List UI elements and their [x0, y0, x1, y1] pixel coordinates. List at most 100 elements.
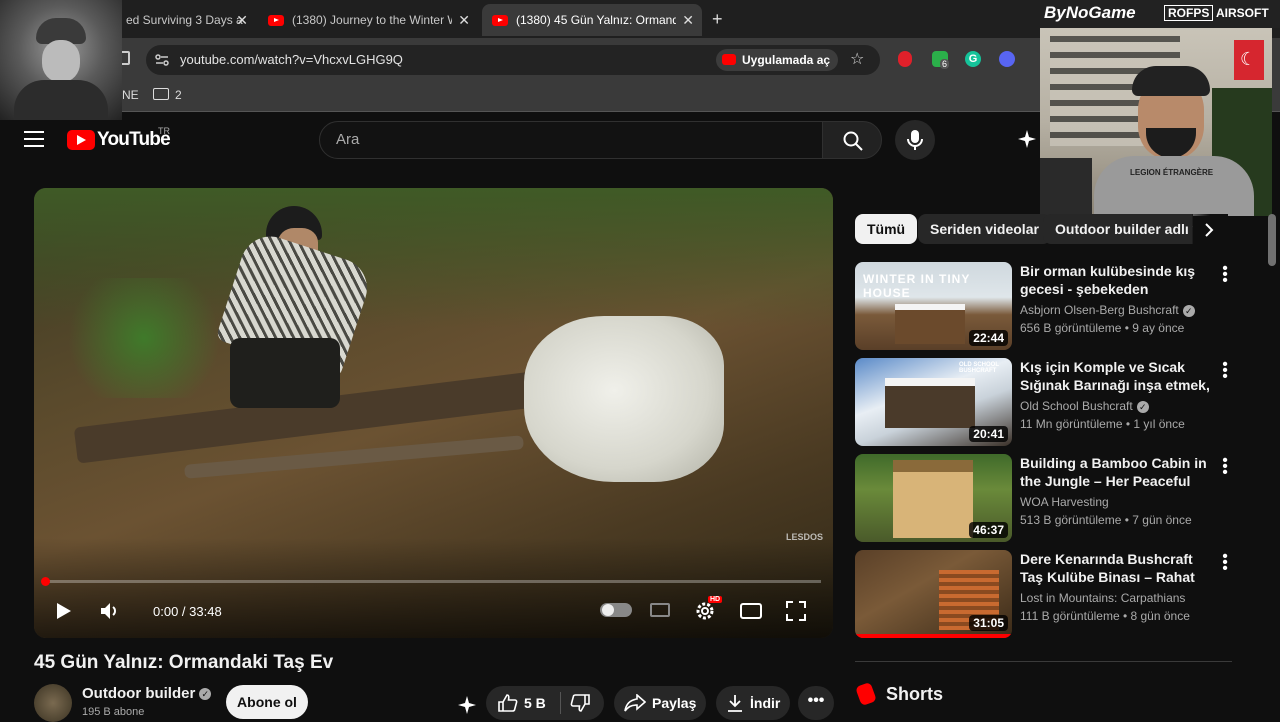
- recommendation-channel-row[interactable]: Asbjorn Olsen-Berg Bushcraft ✓: [1020, 303, 1195, 317]
- recommendation-channel-row[interactable]: Old School Bushcraft ✓: [1020, 399, 1149, 413]
- download-button[interactable]: İndir: [716, 686, 790, 720]
- grammarly-icon[interactable]: G: [965, 51, 981, 67]
- chip-series[interactable]: Seriden videolar: [918, 214, 1051, 244]
- voice-search-button[interactable]: [895, 120, 935, 160]
- verified-icon: ✓: [199, 688, 212, 701]
- youtube-favicon-icon: [492, 14, 508, 26]
- extension-shield-icon[interactable]: [898, 51, 912, 67]
- streamer-hair: [1132, 66, 1210, 96]
- discord-icon[interactable]: [999, 51, 1015, 67]
- recommendation-meta: 656 B görüntüleme • 9 ay önce: [1020, 321, 1185, 335]
- channel-avatar[interactable]: [34, 684, 72, 722]
- recommendation-channel[interactable]: WOA Harvesting: [1020, 495, 1109, 509]
- ask-sparkle-icon[interactable]: [456, 694, 478, 716]
- recommendation-thumbnail[interactable]: WINTER IN TINY HOUSE 22:44: [855, 262, 1012, 350]
- video-duration: 22:44: [969, 330, 1008, 346]
- youtube-logo-icon[interactable]: [67, 130, 95, 150]
- page-scrollbar-thumb[interactable]: [1268, 214, 1276, 266]
- youtube-favicon-icon: [268, 14, 284, 26]
- microphone-icon: [907, 130, 923, 150]
- more-vertical-icon[interactable]: • • •: [1222, 453, 1228, 481]
- chevron-right-icon: [1205, 223, 1214, 237]
- recommendation-title[interactable]: Bir orman kulübesinde kış gecesi - şebek…: [1020, 262, 1212, 298]
- new-tab-button[interactable]: +: [712, 9, 723, 30]
- brand-bynogame: ByNoGame: [1044, 3, 1136, 22]
- extension-chat-icon[interactable]: 6: [932, 51, 950, 69]
- video-player[interactable]: LESDOS 0:00 / 33:48 HD: [34, 188, 833, 638]
- fern-foliage: [54, 278, 234, 398]
- more-vertical-icon[interactable]: • • •: [1222, 261, 1228, 289]
- more-vertical-icon[interactable]: • • •: [1222, 549, 1228, 577]
- recommendation-meta: 513 B görüntüleme • 7 gün önce: [1020, 513, 1192, 527]
- more-vertical-icon[interactable]: • • •: [1222, 357, 1228, 385]
- create-sparkle-icon[interactable]: [1016, 128, 1038, 150]
- star-icon[interactable]: ☆: [850, 49, 864, 69]
- progress-track[interactable]: [46, 580, 821, 583]
- search-icon: [843, 131, 863, 151]
- folder-icon[interactable]: [153, 88, 169, 100]
- brand-airsoft: AIRSOFT: [1216, 6, 1269, 20]
- chip-channel[interactable]: Outdoor builder adlı y: [1043, 214, 1193, 244]
- url-text: youtube.com/watch?v=VhcxvLGHG9Q: [180, 52, 403, 67]
- controls-gradient: [34, 538, 833, 638]
- thumbnail-text: OLD SCHOOL BUSHCRAFT: [959, 362, 999, 374]
- share-button[interactable]: Paylaş: [614, 686, 706, 720]
- recommendation-channel[interactable]: Old School Bushcraft: [1020, 399, 1133, 413]
- progress-scrubber[interactable]: [41, 577, 50, 586]
- close-icon[interactable]: ✕: [682, 12, 694, 29]
- recommendation-title[interactable]: Dere Kenarında Bushcraft Taş Kulübe Bina…: [1020, 550, 1212, 586]
- recommendation-thumbnail[interactable]: 31:05: [855, 550, 1012, 638]
- subscribe-button[interactable]: Abone ol: [226, 685, 308, 719]
- webcam-overlay: ☾ LEGION ÉTRANGÈRE: [1040, 28, 1272, 216]
- share-label: Paylaş: [652, 695, 697, 711]
- recommendation-thumbnail[interactable]: 46:37: [855, 454, 1012, 542]
- recommendation-thumbnail[interactable]: OLD SCHOOL BUSHCRAFT 20:41: [855, 358, 1012, 446]
- video-duration: 20:41: [969, 426, 1008, 442]
- shorts-heading: Shorts: [886, 684, 944, 704]
- like-icon[interactable]: [498, 694, 518, 712]
- settings-gear-icon[interactable]: [694, 600, 716, 622]
- tab-1[interactable]: ed Surviving 3 Days a ✕: [116, 6, 256, 34]
- open-in-app-button[interactable]: Uygulamada aç: [716, 49, 839, 71]
- thumbnail-cabin: [895, 304, 965, 344]
- dislike-icon[interactable]: [570, 694, 590, 712]
- search-input[interactable]: Ara: [319, 121, 823, 159]
- recommendation-channel[interactable]: Asbjorn Olsen-Berg Bushcraft: [1020, 303, 1179, 317]
- recommendation-title[interactable]: Building a Bamboo Cabin in the Jungle – …: [1020, 454, 1212, 490]
- chips-next-button[interactable]: [1192, 214, 1228, 244]
- site-settings-icon[interactable]: [154, 52, 170, 68]
- bookmark-label[interactable]: NE: [122, 88, 139, 102]
- subscriber-count: 195 B abone: [82, 706, 145, 718]
- channel-name-row[interactable]: Outdoor builder ✓: [82, 685, 212, 702]
- thumbnail-text: WINTER IN TINY HOUSE: [863, 272, 971, 300]
- tab-title: (1380) Journey to the Winter W: [292, 13, 452, 27]
- theater-mode-icon[interactable]: [740, 603, 762, 619]
- video-duration: 31:05: [969, 615, 1008, 631]
- close-icon[interactable]: ✕: [458, 12, 470, 29]
- tab-3-active[interactable]: (1380) 45 Gün Yalnız: Ormandal ✕: [482, 4, 702, 36]
- fullscreen-icon[interactable]: [786, 601, 806, 621]
- bookmark-folder-count[interactable]: 2: [175, 88, 182, 102]
- streamer-shirt: LEGION ÉTRANGÈRE: [1094, 156, 1254, 216]
- url-bar[interactable]: youtube.com/watch?v=VhcxvLGHG9Q Uygulama…: [146, 45, 880, 75]
- more-actions-button[interactable]: •••: [798, 686, 834, 720]
- play-icon[interactable]: [56, 602, 72, 620]
- recommendation-channel[interactable]: Lost in Mountains: Carpathians: [1020, 591, 1185, 605]
- menu-icon[interactable]: [24, 131, 44, 147]
- download-label: İndir: [750, 695, 781, 711]
- subtitles-icon[interactable]: [650, 603, 670, 617]
- recommendation-meta: 11 Mn görüntüleme • 1 yıl önce: [1020, 417, 1185, 431]
- verified-icon: ✓: [1136, 400, 1149, 413]
- thumbnail-shelter: [885, 378, 975, 428]
- tab-2[interactable]: (1380) Journey to the Winter W ✕: [258, 6, 478, 34]
- chip-all[interactable]: Tümü: [855, 214, 918, 244]
- close-icon[interactable]: ✕: [236, 12, 248, 29]
- channel-name[interactable]: Outdoor builder: [82, 685, 195, 702]
- autoplay-toggle[interactable]: [600, 603, 632, 617]
- recommendation-title[interactable]: Kış için Komple ve Sıcak Sığınak Barınağ…: [1020, 358, 1212, 394]
- volume-icon[interactable]: [100, 602, 122, 620]
- search-button[interactable]: [822, 121, 882, 159]
- extension-badge: 6: [940, 59, 950, 69]
- desk-equipment: [1040, 158, 1092, 216]
- like-dislike-group: 5 B: [486, 686, 604, 720]
